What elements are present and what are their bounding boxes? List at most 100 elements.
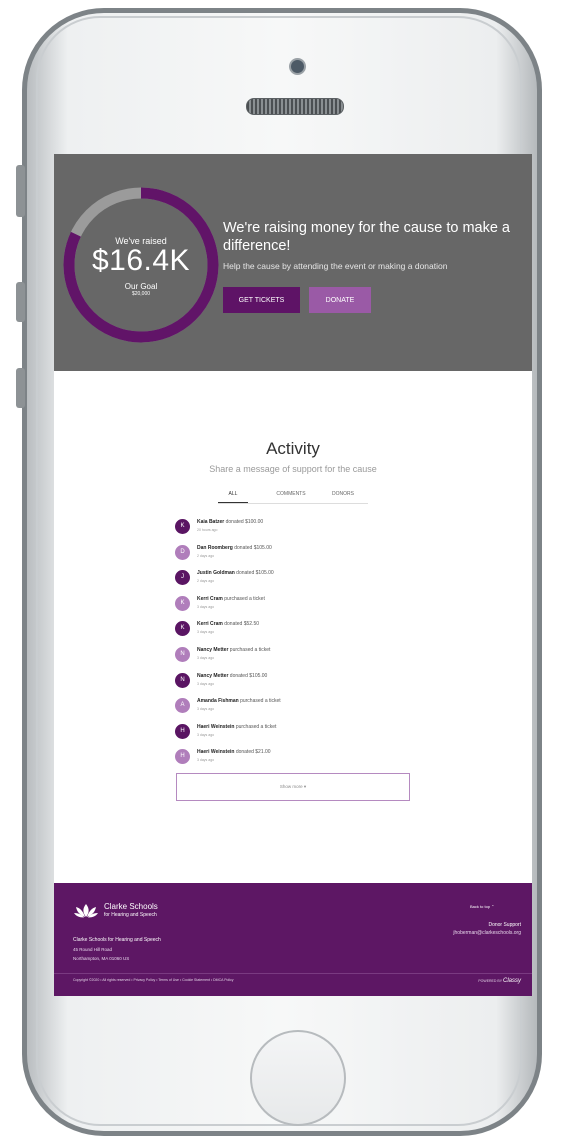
activity-text: Haeri Weinstein purchased a ticket (197, 724, 276, 730)
back-to-top-link[interactable]: Back to top ⌃ (470, 904, 495, 909)
list-item: J Justin Goldman donated $105.00 2 days ag… (175, 569, 415, 595)
mute-switch (16, 165, 25, 217)
powered-by-label: POWERED BY (478, 979, 502, 983)
activity-action: donated $105.00 (236, 570, 274, 577)
chevron-up-icon: ⌃ (491, 904, 495, 909)
activity-subtitle[interactable]: Share a message of support for the cause (54, 464, 532, 474)
avatar: K (175, 519, 190, 534)
avatar: N (175, 672, 190, 688)
list-item: N Nancy Metter donated $105.00 3 days ago (175, 672, 415, 698)
activity-time: 3 days ago (197, 732, 215, 737)
activity-action: purchased a ticket (229, 646, 271, 653)
avatar: H (175, 723, 190, 739)
goal-value: $20,000 (131, 291, 151, 297)
donor-name: Nancy Metter (197, 672, 229, 679)
donor-support-label: Donor Support (488, 922, 521, 928)
front-camera-icon (289, 58, 306, 75)
activity-text: Kerri Cram donated $52.50 (197, 621, 259, 627)
tab-divider (218, 503, 368, 504)
activity-time: 3 days ago (197, 604, 215, 609)
activity-action: purchased a ticket (240, 698, 281, 705)
list-item: H Haeri Weinstein donated $21.00 3 days ag… (175, 748, 415, 774)
donor-name: Haeri Weinstein (197, 749, 235, 756)
avatar: K (175, 621, 190, 637)
activity-action: donated $52.50 (224, 621, 260, 628)
address-line-1: 45 Round Hill Road (73, 947, 113, 952)
activity-text: Amanda Fishman purchased a ticket (197, 698, 281, 704)
activity-action: purchased a ticket (224, 595, 265, 602)
volume-down-button (16, 368, 25, 408)
activity-title: Activity (266, 439, 320, 458)
goal-label: Our Goal (124, 282, 158, 291)
activity-section: Activity Share a message of support for … (54, 371, 532, 883)
donor-name: Dan Roomberg (197, 544, 233, 551)
activity-action: donated $105.00 (229, 672, 268, 679)
list-item: N Nancy Metter purchased a ticket 3 days a… (175, 646, 415, 672)
lotus-logo-icon[interactable] (74, 902, 98, 918)
powered-by: POWERED BY Classy (478, 978, 521, 984)
donor-name: Nancy Metter (197, 646, 229, 653)
donor-name: Justin Goldman (197, 570, 235, 577)
copyright-links[interactable]: Copyright ©2020 • All rights reserved • … (73, 978, 234, 982)
donor-name: Amanda Fishman (197, 698, 239, 705)
activity-time: 2 days ago (197, 553, 215, 558)
activity-action: donated $100.00 (225, 519, 264, 525)
tab-donors[interactable]: DONORS (318, 491, 368, 497)
donate-button[interactable]: DONATE (309, 287, 371, 313)
list-item: A Amanda Fishman purchased a ticket 3 days… (175, 697, 415, 723)
site-footer: Clarke Schools for Hearing and Speech Cl… (54, 883, 532, 996)
campaign-subtitle: Help the cause by attending the event or… (223, 261, 448, 271)
activity-time: 3 days ago (197, 630, 215, 635)
donor-support-email[interactable]: jhoberman@clarkeschools.org (453, 930, 521, 936)
activity-time: 3 days ago (197, 758, 215, 763)
earpiece-speaker (246, 98, 344, 115)
avatar: H (175, 749, 190, 765)
activity-time: 3 days ago (197, 655, 215, 660)
volume-up-button (16, 282, 25, 322)
home-button[interactable] (250, 1030, 346, 1126)
back-to-top-label: Back to top (470, 904, 491, 909)
list-item: D Dan Roomberg donated $105.00 2 days ago (175, 544, 415, 570)
activity-text: Kaia Batzer donated $100.00 (197, 519, 263, 525)
activity-text: Justin Goldman donated $105.00 (197, 570, 274, 576)
activity-time: 20 hours ago (197, 528, 218, 532)
activity-time: 3 days ago (197, 681, 215, 686)
donor-name: Haeri Weinstein (197, 723, 235, 730)
list-item: K Kaia Batzer donated $100.00 20 hours ago (175, 518, 415, 544)
tab-comments[interactable]: COMMENTS (266, 491, 316, 497)
activity-time: 3 days ago (197, 707, 215, 712)
activity-text: Kerri Cram purchased a ticket (197, 596, 265, 602)
campaign-hero: We've raised $16.4K Our Goal $20,000 We'… (54, 154, 532, 371)
logo-title: Clarke Schools (104, 902, 158, 911)
list-item: K Kerri Cram donated $52.50 3 days ago (175, 620, 415, 646)
campaign-title: We're raising money for the cause to mak… (223, 220, 510, 254)
logo-subtitle: for Hearing and Speech (104, 912, 157, 918)
activity-text: Haeri Weinstein donated $21.00 (197, 749, 271, 755)
list-item: H Haeri Weinstein purchased a ticket 3 day… (175, 723, 415, 749)
avatar: J (175, 570, 190, 586)
activity-action: donated $21.00 (235, 749, 271, 756)
donor-name: Kaia Batzer (197, 519, 225, 525)
footer-divider (54, 973, 532, 974)
get-tickets-button[interactable]: GET TICKETS (223, 287, 300, 313)
org-name: Clarke Schools for Hearing and Speech (73, 937, 161, 943)
donor-name: Kerri Cram (197, 595, 223, 602)
avatar: D (175, 544, 190, 560)
donor-name: Kerri Cram (197, 621, 223, 628)
tab-all[interactable]: ALL (218, 491, 248, 503)
avatar: A (175, 698, 190, 714)
address-line-2: Northampton, MA 01060 US (73, 956, 130, 961)
activity-text: Dan Roomberg donated $105.00 (197, 545, 272, 551)
phone-screen: We've raised $16.4K Our Goal $20,000 We'… (54, 154, 532, 996)
activity-text: Nancy Metter donated $105.00 (197, 673, 267, 679)
classy-logo[interactable]: Classy (503, 978, 521, 984)
raised-amount: $16.4K (91, 244, 191, 277)
activity-action: donated $105.00 (234, 544, 272, 551)
activity-feed: K Kaia Batzer donated $100.00 20 hours ago… (175, 518, 415, 774)
activity-text: Nancy Metter purchased a ticket (197, 647, 270, 653)
list-item: K Kerri Cram purchased a ticket 3 days ago (175, 595, 415, 621)
activity-action: purchased a ticket (235, 723, 277, 730)
avatar: N (175, 646, 190, 662)
show-more-button[interactable]: Show more ▾ (176, 773, 410, 801)
activity-time: 2 days ago (197, 579, 215, 584)
